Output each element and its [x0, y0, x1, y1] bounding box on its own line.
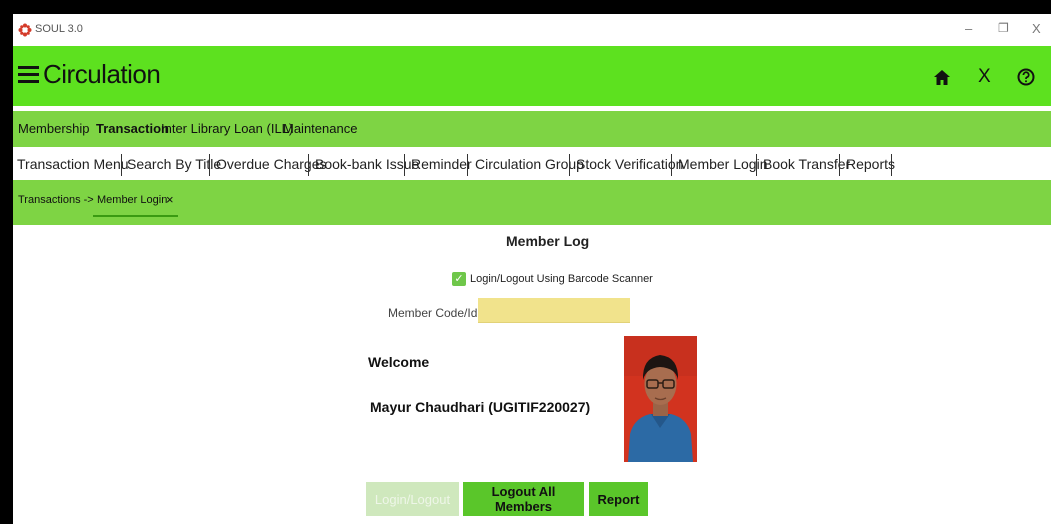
- close-window-button[interactable]: X: [1032, 21, 1041, 36]
- tab-divider: [569, 154, 570, 176]
- breadcrumb-current[interactable]: Member Login: [97, 194, 167, 206]
- tab-divider: [308, 154, 309, 176]
- help-icon[interactable]: [1017, 68, 1035, 86]
- logout-all-members-button[interactable]: Logout All Members: [463, 482, 584, 516]
- tab-book-transfer[interactable]: Book Transfer: [763, 156, 850, 172]
- report-button[interactable]: Report: [589, 482, 648, 516]
- login-logout-button[interactable]: Login/Logout: [366, 482, 459, 516]
- restore-button[interactable]: ❐: [998, 21, 1009, 35]
- barcode-scanner-label: Login/Logout Using Barcode Scanner: [470, 273, 653, 285]
- active-breadcrumb-underline: [93, 215, 178, 217]
- menu-ill[interactable]: Inter Library Loan (ILL): [161, 121, 293, 136]
- member-code-label: Member Code/Id: [388, 306, 478, 320]
- tab-divider: [839, 154, 840, 176]
- tab-divider: [467, 154, 468, 176]
- breadcrumb: Transactions -> Member Login ×: [13, 180, 1051, 225]
- tab-reports[interactable]: Reports: [846, 156, 895, 172]
- tab-divider: [209, 154, 210, 176]
- app-window: SOUL 3.0 – ❐ X Circulation X Membership …: [13, 14, 1051, 524]
- panel-title: Member Log: [506, 233, 590, 249]
- tab-overdue-charges[interactable]: Overdue Charges: [216, 156, 327, 172]
- tab-divider: [891, 154, 892, 176]
- close-module-button[interactable]: X: [978, 66, 991, 88]
- menu-membership[interactable]: Membership: [18, 121, 90, 136]
- tab-reminder[interactable]: Reminder: [411, 156, 472, 172]
- welcome-label: Welcome: [368, 354, 430, 370]
- tab-divider: [671, 154, 672, 176]
- home-icon[interactable]: [934, 70, 950, 85]
- barcode-scanner-checkbox[interactable]: ✓: [452, 272, 466, 286]
- tab-divider: [121, 154, 122, 176]
- menu-maintenance[interactable]: Maintenance: [283, 121, 357, 136]
- window-title: SOUL 3.0: [35, 23, 83, 35]
- tab-circulation-group[interactable]: Circulation Group: [475, 156, 584, 172]
- title-bar: SOUL 3.0 – ❐ X: [13, 14, 1051, 46]
- tab-stock-verification[interactable]: Stock Verification: [576, 156, 683, 172]
- tab-divider: [756, 154, 757, 176]
- member-code-input[interactable]: [478, 298, 630, 323]
- hamburger-menu-icon[interactable]: [18, 66, 39, 87]
- tab-member-login[interactable]: Member Login: [678, 156, 768, 172]
- soul-logo-icon: [18, 23, 32, 37]
- minimize-button[interactable]: –: [965, 21, 972, 36]
- member-name: Mayur Chaudhari (UGITIF220027): [370, 399, 591, 415]
- member-photo: [624, 336, 697, 462]
- breadcrumb-parent[interactable]: Transactions ->: [18, 194, 94, 206]
- transaction-tabs: Transaction Menu Search By Title Overdue…: [13, 151, 1051, 180]
- close-tab-icon[interactable]: ×: [166, 192, 174, 207]
- menu-transaction[interactable]: Transaction: [96, 121, 169, 136]
- tab-search-by-title[interactable]: Search By Title: [127, 156, 221, 172]
- main-menu-bar: Membership Transaction Inter Library Loa…: [13, 111, 1051, 147]
- tab-divider: [404, 154, 405, 176]
- tab-transaction-menu[interactable]: Transaction Menu: [17, 156, 129, 172]
- module-title: Circulation: [43, 59, 161, 89]
- module-header: Circulation X: [13, 46, 1051, 106]
